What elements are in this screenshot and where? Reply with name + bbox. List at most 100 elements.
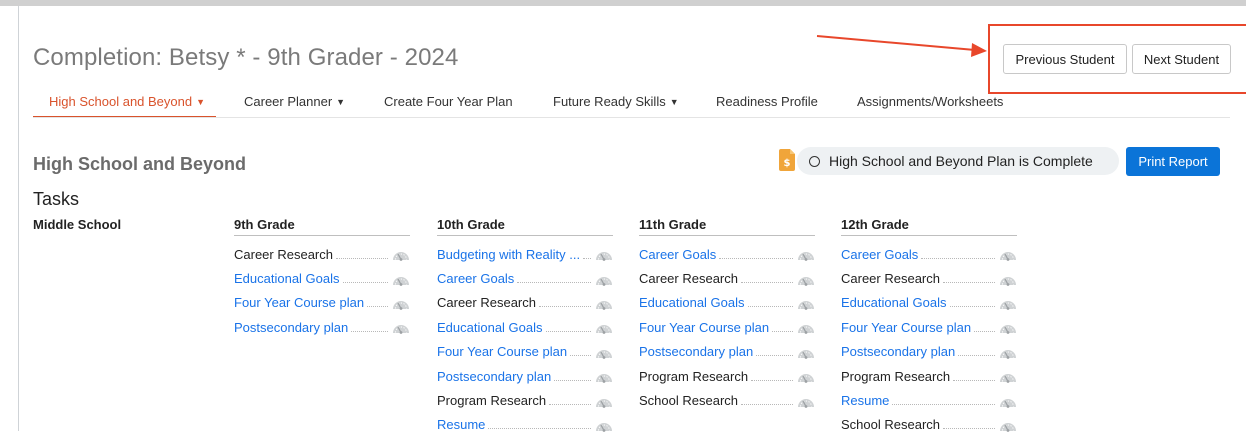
task-row: Program Research: [841, 364, 1017, 388]
task-row: Career Research: [639, 266, 815, 290]
progress-gauge-icon: [596, 252, 612, 262]
task-row[interactable]: Resume: [841, 388, 1017, 412]
tab-label: Readiness Profile: [716, 94, 818, 109]
task-row[interactable]: Budgeting with Reality ...: [437, 242, 613, 266]
tab-label: Assignments/Worksheets: [857, 94, 1004, 109]
tab-readiness-profile[interactable]: Readiness Profile: [716, 88, 818, 118]
progress-gauge-icon: [393, 325, 409, 335]
task-label: School Research: [639, 393, 738, 409]
task-row[interactable]: Educational Goals: [437, 315, 613, 339]
progress-gauge-icon: [798, 300, 814, 310]
task-row: Career Research: [234, 242, 410, 266]
task-link[interactable]: Four Year Course plan: [437, 344, 567, 359]
column-heading: 12th Grade: [841, 214, 1017, 236]
dotted-leader: [741, 282, 793, 284]
task-row[interactable]: Career Goals: [841, 242, 1017, 266]
task-link[interactable]: Four Year Course plan: [841, 320, 971, 335]
tabs-divider: [33, 117, 1230, 118]
task-link[interactable]: Postsecondary plan: [639, 344, 753, 359]
dotted-leader: [751, 379, 793, 381]
task-row[interactable]: Four Year Course plan: [234, 291, 410, 315]
task-row[interactable]: Postsecondary plan: [234, 315, 410, 339]
progress-gauge-icon: [1000, 398, 1016, 408]
dotted-leader: [517, 282, 591, 284]
progress-gauge-icon: [596, 422, 612, 432]
dotted-leader: [539, 306, 591, 308]
dotted-leader: [488, 428, 591, 430]
task-link[interactable]: Career Goals: [639, 247, 716, 262]
task-row: Career Research: [437, 291, 613, 315]
task-row[interactable]: Career Goals: [639, 242, 815, 266]
task-link[interactable]: Four Year Course plan: [639, 320, 769, 335]
task-label: Program Research: [437, 393, 547, 409]
progress-gauge-icon: [798, 276, 814, 286]
task-link[interactable]: Four Year Course plan: [234, 295, 364, 310]
task-row[interactable]: Postsecondary plan: [437, 364, 613, 388]
dotted-leader: [949, 306, 995, 308]
plan-complete-checkbox[interactable]: High School and Beyond Plan is Complete: [797, 147, 1119, 175]
main-tabs: High School and Beyond ▼ Career Planner ▼ …: [33, 88, 1033, 118]
tab-label: Create Four Year Plan: [384, 94, 513, 109]
progress-gauge-icon: [596, 349, 612, 359]
caret-down-icon: ▼: [196, 97, 206, 107]
column-middle-school: Middle School: [33, 214, 209, 242]
task-row[interactable]: Four Year Course plan: [639, 315, 815, 339]
dotted-leader: [351, 330, 388, 332]
tab-create-four-year-plan[interactable]: Create Four Year Plan: [384, 88, 513, 118]
task-row: Career Research: [841, 266, 1017, 290]
task-label: Program Research: [841, 368, 951, 384]
dotted-leader: [756, 355, 793, 357]
task-row[interactable]: Four Year Course plan: [437, 340, 613, 364]
dotted-leader: [772, 330, 793, 332]
progress-gauge-icon: [596, 276, 612, 286]
column-11th-grade: 11th Grade Career Goals Career Research Ed…: [639, 214, 815, 413]
task-link[interactable]: Postsecondary plan: [437, 369, 551, 384]
print-report-button[interactable]: Print Report: [1126, 147, 1220, 176]
task-link[interactable]: Postsecondary plan: [234, 320, 348, 335]
progress-gauge-icon: [393, 252, 409, 262]
dotted-leader: [549, 404, 591, 406]
tab-career-planner[interactable]: Career Planner ▼: [244, 88, 345, 118]
dotted-leader: [342, 282, 388, 284]
task-row[interactable]: Postsecondary plan: [841, 340, 1017, 364]
task-row[interactable]: Career Goals: [437, 266, 613, 290]
column-12th-grade: 12th Grade Career Goals Career Research Ed…: [841, 214, 1017, 437]
task-link[interactable]: Postsecondary plan: [841, 344, 955, 359]
task-link[interactable]: Educational Goals: [841, 295, 947, 310]
task-link[interactable]: Educational Goals: [639, 295, 745, 310]
task-row[interactable]: Educational Goals: [234, 266, 410, 290]
task-link[interactable]: Educational Goals: [437, 320, 543, 335]
task-row[interactable]: Postsecondary plan: [639, 340, 815, 364]
task-link[interactable]: Career Goals: [841, 247, 918, 262]
tab-assignments-worksheets[interactable]: Assignments/Worksheets: [857, 88, 1003, 118]
task-row: Program Research: [639, 364, 815, 388]
tab-label: Future Ready Skills: [553, 94, 666, 109]
svg-text:$: $: [784, 158, 791, 169]
plan-complete-label: High School and Beyond Plan is Complete: [829, 153, 1093, 169]
task-link[interactable]: Educational Goals: [234, 271, 340, 286]
next-student-button[interactable]: Next Student: [1132, 44, 1231, 74]
task-link[interactable]: Budgeting with Reality ...: [437, 247, 580, 262]
task-link[interactable]: Resume: [437, 417, 485, 432]
task-row[interactable]: Educational Goals: [841, 291, 1017, 315]
section-title: High School and Beyond: [33, 154, 247, 174]
dotted-leader: [974, 330, 995, 332]
column-heading: Middle School: [33, 217, 122, 232]
task-link[interactable]: Career Goals: [437, 271, 514, 286]
task-row[interactable]: Educational Goals: [639, 291, 815, 315]
previous-student-button[interactable]: Previous Student: [1003, 44, 1127, 74]
progress-gauge-icon: [393, 300, 409, 310]
task-link[interactable]: Resume: [841, 393, 889, 408]
tab-future-ready-skills[interactable]: Future Ready Skills ▼: [553, 88, 679, 118]
task-row: School Research: [841, 413, 1017, 437]
task-row[interactable]: Four Year Course plan: [841, 315, 1017, 339]
progress-gauge-icon: [798, 374, 814, 384]
task-row: Program Research: [437, 388, 613, 412]
report-document-icon[interactable]: $: [779, 149, 795, 171]
dotted-leader: [958, 355, 995, 357]
tab-high-school-and-beyond[interactable]: High School and Beyond ▼: [33, 88, 216, 118]
dotted-leader: [943, 428, 995, 430]
progress-gauge-icon: [1000, 300, 1016, 310]
caret-down-icon: ▼: [669, 97, 679, 107]
task-row[interactable]: Resume: [437, 413, 613, 437]
